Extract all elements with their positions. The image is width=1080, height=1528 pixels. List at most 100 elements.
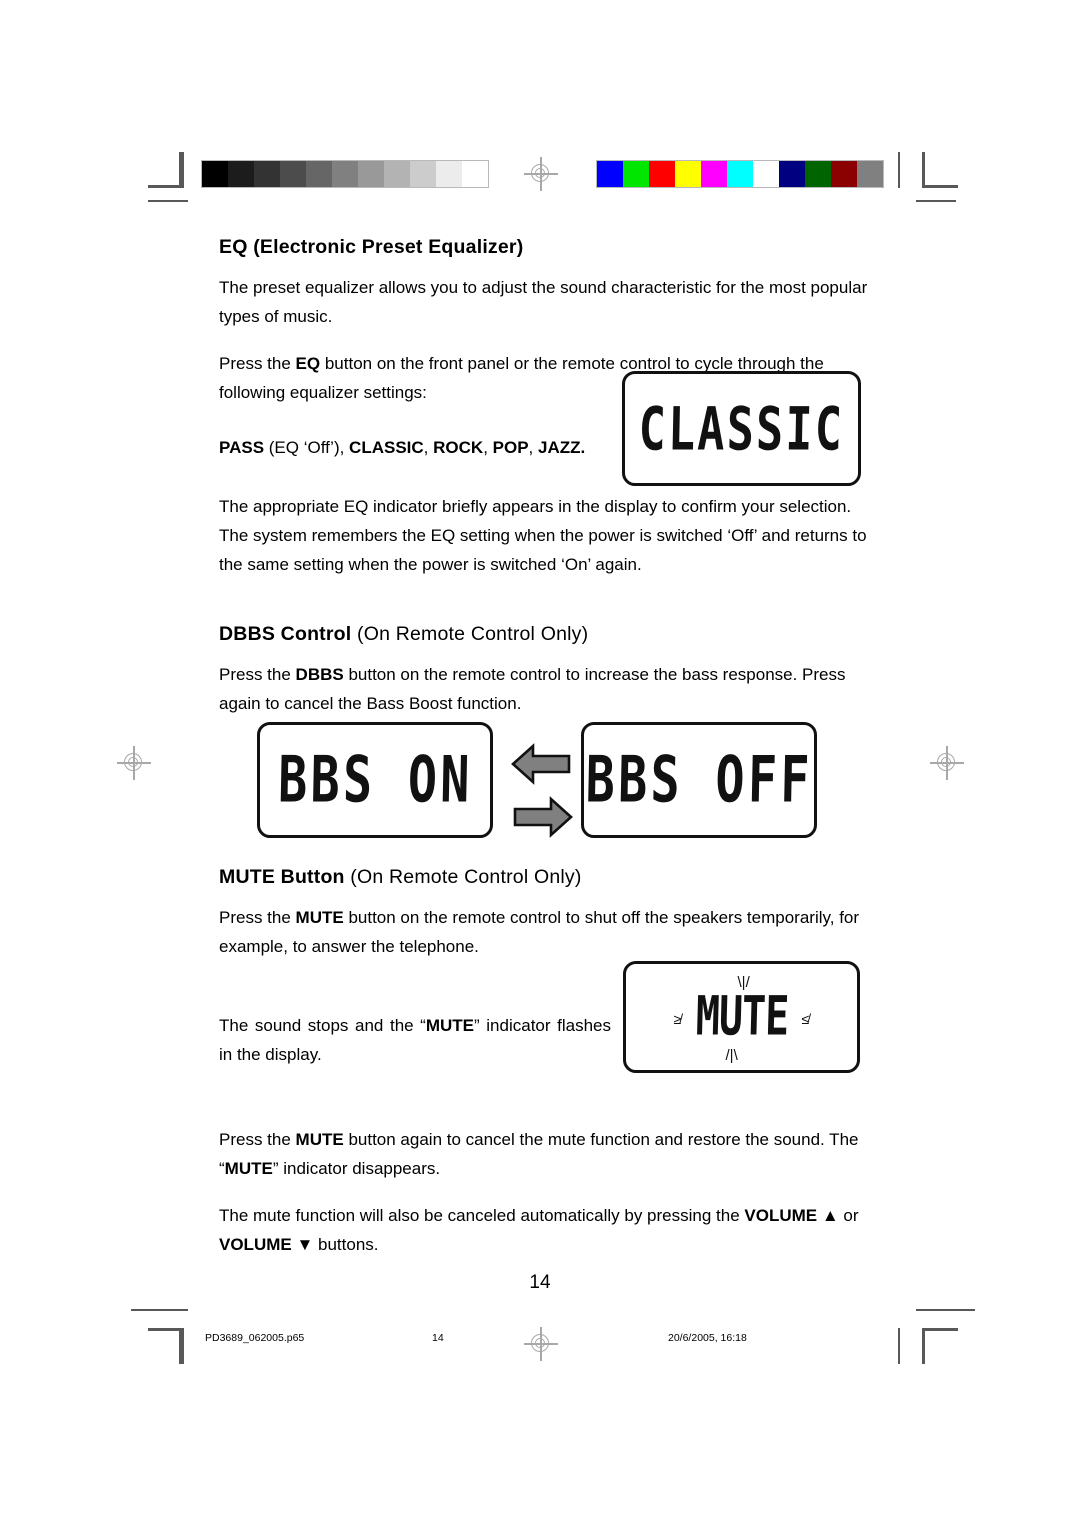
crop-tick-top-right-vertical (898, 152, 900, 188)
paragraph-mute-cancel: Press the MUTE button again to cancel th… (219, 1125, 871, 1183)
footer-rule-right (935, 1309, 975, 1311)
text-run: Press the (219, 665, 296, 684)
text-run: (EQ ‘Off’), (264, 438, 350, 457)
emphasized-run: VOLUME ▲ (744, 1206, 839, 1225)
heading-regular-text: (On Remote Control Only) (344, 866, 582, 888)
heading-bold-text: EQ (Electronic Preset Equalizer) (219, 236, 524, 258)
emphasized-run: MUTE (425, 1016, 475, 1035)
crop-mark-vbar (181, 1328, 184, 1364)
registration-mark-bottom-center (524, 1327, 558, 1361)
emphasized-run: POP (492, 438, 529, 457)
text-run: , (423, 438, 434, 457)
calibration-swatch-0 (202, 161, 228, 187)
crop-tick-top-right-horizontal (916, 200, 956, 202)
section-heading-mute: MUTE Button (On Remote Control Only) (219, 866, 871, 889)
emphasized-run: MUTE (295, 1130, 344, 1149)
footer-timestamp: 20/6/2005, 16:18 (668, 1332, 747, 1344)
emphasized-run: PASS (219, 438, 265, 457)
paragraph-dbbs-press: Press the DBBS button on the remote cont… (219, 660, 871, 718)
paragraph-mute-volume: The mute function will also be canceled … (219, 1201, 871, 1259)
text-run: , (483, 438, 493, 457)
crop-mark-hbar (922, 1328, 958, 1331)
crop-tick-bottom-left-vertical (179, 1328, 181, 1364)
footer-file-name: PD3689_062005.p65 (205, 1332, 305, 1344)
calibration-swatch-4 (701, 161, 727, 187)
crop-tick-bottom-right-vertical (898, 1328, 900, 1364)
footer-rule-left (131, 1309, 171, 1311)
crosshair-inner-ring (941, 757, 951, 767)
calibration-swatch-2 (649, 161, 675, 187)
calibration-swatch-10 (857, 161, 883, 187)
calibration-swatch-0 (597, 161, 623, 187)
crosshair-inner-ring (128, 757, 138, 767)
calibration-swatch-1 (228, 161, 254, 187)
calibration-swatch-10 (462, 161, 488, 187)
emphasized-run: EQ (295, 354, 321, 373)
mute-indicator-group: MUTE \|/ /|\ ≱ ≰ (652, 972, 832, 1064)
calibration-swatch-8 (805, 161, 831, 187)
crop-mark-vbar (922, 1328, 925, 1364)
text-run: , (528, 438, 538, 457)
toggle-arrow-right-icon (513, 796, 573, 838)
calibration-swatch-9 (831, 161, 857, 187)
calibration-swatch-9 (436, 161, 462, 187)
calibration-swatch-5 (332, 161, 358, 187)
text-run: The appropriate EQ indicator briefly app… (219, 497, 867, 574)
calibration-swatch-5 (727, 161, 753, 187)
section-heading-dbbs: DBBS Control (On Remote Control Only) (219, 623, 871, 646)
bbs-on-lcd-display: BBS ON (257, 722, 493, 838)
emphasized-run: MUTE (295, 908, 344, 927)
crop-mark-vbar (922, 152, 925, 188)
text-run: The preset equalizer allows you to adjus… (219, 278, 868, 326)
paragraph-eq-intro: The preset equalizer allows you to adjus… (219, 273, 871, 331)
registration-mark-left (117, 746, 151, 780)
calibration-swatch-2 (254, 161, 280, 187)
lcd-bbs-on-text: BBS ON (276, 743, 474, 817)
text-run: The mute function will also be canceled … (219, 1206, 745, 1225)
mute-lcd-display: MUTE \|/ /|\ ≱ ≰ (623, 961, 860, 1073)
bbs-toggle-arrows (511, 742, 573, 838)
heading-bold-text: DBBS Control (219, 623, 352, 645)
grayscale-calibration-bar (201, 160, 489, 188)
emphasized-run: CLASSIC (349, 438, 424, 457)
registration-mark-top-center (524, 157, 558, 191)
page-number: 14 (529, 1272, 551, 1293)
flash-mark-bottom-icon: /|\ (725, 1047, 738, 1064)
lcd-bbs-off-text: BBS OFF (584, 743, 814, 817)
emphasized-run: JAZZ. (538, 438, 586, 457)
calibration-swatch-7 (384, 161, 410, 187)
calibration-swatch-8 (410, 161, 436, 187)
text-run: The sound stops and the “ (219, 1016, 426, 1035)
calibration-swatch-3 (675, 161, 701, 187)
crosshair-inner-ring (535, 1338, 545, 1348)
emphasized-run: VOLUME ▼ (219, 1235, 314, 1254)
eq-classic-lcd-display: CLASSIC (622, 371, 861, 486)
crop-mark-hbar (922, 185, 958, 188)
heading-bold-text: MUTE Button (219, 866, 345, 888)
crop-tick-top-left-vertical (179, 152, 181, 188)
text-run: buttons. (313, 1235, 379, 1254)
calibration-swatch-4 (306, 161, 332, 187)
text-run: Press the (219, 354, 296, 373)
bbs-off-lcd-display: BBS OFF (581, 722, 817, 838)
text-run: Press the (219, 908, 296, 927)
flash-mark-left-icon: ≱ (673, 1011, 682, 1027)
toggle-arrow-left-icon (511, 743, 571, 785)
section-heading-eq: EQ (Electronic Preset Equalizer) (219, 236, 871, 259)
calibration-swatch-7 (779, 161, 805, 187)
calibration-swatch-6 (358, 161, 384, 187)
crop-tick-top-left-horizontal (148, 200, 188, 202)
paragraph-mute-press: Press the MUTE button on the remote cont… (219, 903, 871, 961)
footer-page-label: 14 (432, 1332, 444, 1344)
heading-regular-text: (On Remote Control Only) (351, 623, 589, 645)
calibration-swatch-3 (280, 161, 306, 187)
paragraph-mute-flash: The sound stops and the “MUTE” indicator… (219, 1011, 611, 1069)
paragraph-eq-indicator: The appropriate EQ indicator briefly app… (219, 492, 871, 579)
text-run: Press the (219, 1130, 296, 1149)
text-run: ” indicator disappears. (272, 1159, 441, 1178)
emphasized-run: ROCK (433, 438, 484, 457)
emphasized-run: MUTE (224, 1159, 273, 1178)
crosshair-inner-ring (535, 168, 545, 178)
crop-mark-top-right (922, 152, 958, 188)
crop-mark-bottom-right (922, 1328, 958, 1364)
